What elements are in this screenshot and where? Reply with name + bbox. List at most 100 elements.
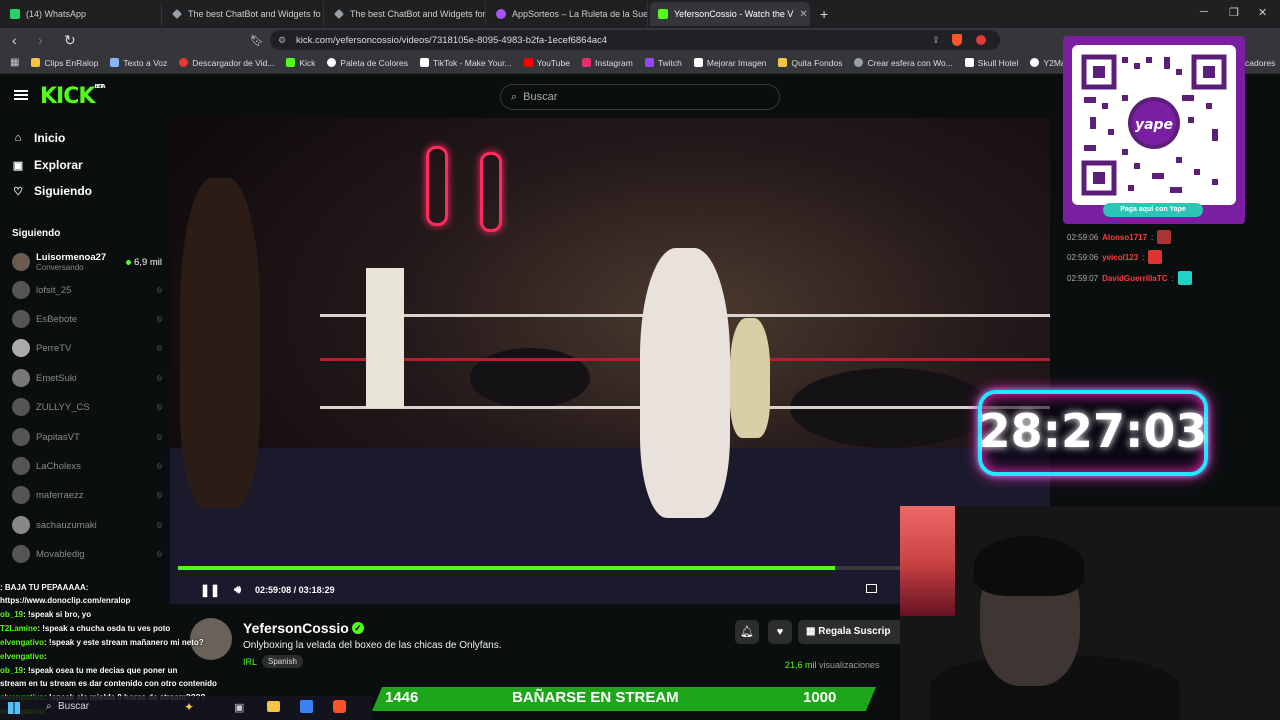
- tab-chatbot-1[interactable]: The best ChatBot and Widgets fo: [164, 2, 324, 26]
- offline-icon: ⦸: [156, 490, 162, 499]
- stream-category[interactable]: IRL: [243, 657, 257, 667]
- webcam-overlay: [900, 506, 1280, 720]
- task-view-icon[interactable]: ▣: [234, 701, 244, 714]
- kick-logo[interactable]: KICKBETA: [40, 84, 106, 109]
- overlay-chat-line: elvengativo: !speak y este stream mañane…: [0, 638, 204, 647]
- picture-in-picture-icon[interactable]: [866, 584, 877, 593]
- offline-icon: ⦸: [156, 343, 162, 352]
- qr-code-graphic: yape: [1081, 54, 1227, 196]
- offline-icon: ⦸: [156, 520, 162, 529]
- following-channel[interactable]: LaCholexs ⦸: [12, 455, 162, 477]
- bookmark-favicon: [778, 58, 788, 67]
- reload-icon[interactable]: ↻: [64, 32, 78, 49]
- yape-logo: yape: [1135, 117, 1173, 133]
- twitch-icon: [644, 58, 654, 67]
- share-icon[interactable]: ⇪: [932, 35, 940, 46]
- webcam-background-window: [900, 506, 955, 616]
- nav-explorar[interactable]: ▣ Explorar: [12, 158, 83, 172]
- tab-chatbot-2[interactable]: The best ChatBot and Widgets for Ki: [326, 2, 486, 26]
- avatar: [12, 339, 30, 357]
- tab-kick-active[interactable]: YefersonCossio - Watch the V ✕: [650, 2, 810, 26]
- avatar: [12, 253, 30, 271]
- nav-inicio[interactable]: ⌂ Inicio: [12, 131, 66, 145]
- url-field[interactable]: ⚙ kick.com/yefersoncossio/videos/7318105…: [270, 30, 1000, 50]
- bookmark-item[interactable]: Mejorar Imagen: [693, 58, 766, 68]
- notification-bell-icon[interactable]: 🔔︎: [735, 620, 759, 644]
- following-channel[interactable]: ZULLYY_CS ⦸: [12, 396, 162, 418]
- avatar: [12, 545, 30, 563]
- nav-siguiendo[interactable]: ♡ Siguiendo: [12, 184, 92, 198]
- qr-code: yape: [1072, 45, 1236, 205]
- bookmark-favicon: [327, 58, 337, 67]
- new-tab-icon[interactable]: +: [820, 6, 828, 22]
- site-settings-icon[interactable]: ⚙: [278, 35, 286, 46]
- following-channel-live[interactable]: Luisormenoa27 Conversando 6,9 mil: [12, 249, 162, 275]
- bookmark-item[interactable]: Quita Fondos: [778, 58, 842, 68]
- bookmark-item[interactable]: Paleta de Colores: [327, 58, 408, 68]
- heart-icon: ♡: [13, 185, 23, 198]
- bookmark-item[interactable]: Kick: [286, 58, 315, 68]
- following-channel[interactable]: Movabledig ⦸: [12, 543, 162, 565]
- bookmark-item[interactable]: Skull Hotel: [964, 58, 1018, 68]
- following-channel[interactable]: EsBebote ⦸: [12, 308, 162, 330]
- tab-whatsapp[interactable]: (14) WhatsApp: [2, 2, 162, 26]
- avatar: [12, 428, 30, 446]
- follow-heart-icon[interactable]: ♥: [768, 620, 792, 644]
- search-icon: ⌕: [511, 90, 518, 103]
- following-channel[interactable]: sachauzumaki ⦸: [12, 514, 162, 536]
- bookmark-item[interactable]: TikTok - Make Your...: [419, 58, 512, 68]
- avatar: [12, 310, 30, 328]
- bookmark-item[interactable]: Instagram: [581, 58, 633, 68]
- bookmark-item[interactable]: Texto a Voz: [110, 58, 167, 68]
- tab-appsorteos[interactable]: AppSorteos – La Ruleta de la Suerte: [488, 2, 648, 26]
- bookmark-favicon: [1030, 58, 1040, 67]
- bookmark-item[interactable]: Descargador de Vid...: [179, 58, 274, 68]
- following-channel[interactable]: maferraezz ⦸: [12, 484, 162, 506]
- kick-icon: [286, 58, 296, 67]
- bookmark-icon[interactable]: 🔖︎: [250, 34, 264, 47]
- forward-icon[interactable]: ›: [38, 32, 52, 48]
- close-tab-icon[interactable]: ✕: [799, 9, 807, 20]
- chat-message: 02:59:06 yeicol123:: [1067, 250, 1163, 264]
- bookmark-favicon: [110, 58, 120, 67]
- apps-grid-icon[interactable]: ▦: [10, 57, 19, 68]
- bookmark-item[interactable]: YouTube: [523, 58, 570, 68]
- restore-icon[interactable]: ❐: [1229, 6, 1239, 19]
- bookmark-item[interactable]: Clips EnRalop: [31, 58, 98, 68]
- globe-icon: [854, 58, 864, 67]
- ring-corner-post: [366, 268, 404, 408]
- yape-pay-button[interactable]: Paga aquí con Yape: [1103, 203, 1203, 217]
- store-icon[interactable]: [300, 700, 313, 713]
- language-tag[interactable]: Spanish: [262, 655, 303, 668]
- minimize-icon[interactable]: ─: [1200, 6, 1208, 18]
- file-explorer-icon[interactable]: [267, 701, 280, 712]
- bookmark-item[interactable]: Crear esfera con Wo...: [854, 58, 953, 68]
- following-channel[interactable]: lofsit_25 ⦸: [12, 279, 162, 301]
- gift-sub-button[interactable]: ▦ Regala Suscrip: [798, 620, 904, 644]
- bookmark-overflow-label[interactable]: cadores: [1245, 58, 1275, 68]
- streamer-name[interactable]: YefersonCossio: [243, 620, 349, 636]
- bookmark-favicon: [693, 58, 703, 67]
- brave-shield-icon[interactable]: [952, 34, 962, 46]
- close-window-icon[interactable]: ✕: [1258, 6, 1267, 19]
- taskbar-search[interactable]: Buscar: [58, 701, 89, 712]
- following-channel[interactable]: PapitasVT ⦸: [12, 426, 162, 448]
- copilot-icon[interactable]: ✦: [184, 700, 194, 714]
- following-channel[interactable]: EmetSuki ⦸: [12, 367, 162, 389]
- brave-rewards-icon[interactable]: [976, 35, 986, 45]
- goal-target: 1000: [803, 689, 837, 706]
- kick-icon: [658, 9, 668, 19]
- home-icon: ⌂: [14, 132, 22, 144]
- overlay-chat-line: ob_19: !speak osea tu me decias que pone…: [0, 666, 178, 675]
- brave-icon[interactable]: [333, 700, 346, 713]
- windows-start-icon[interactable]: [8, 702, 20, 714]
- emote-icon: [1157, 230, 1172, 244]
- back-icon[interactable]: ‹: [12, 32, 26, 48]
- search-input[interactable]: ⌕ Buscar: [500, 84, 780, 110]
- avatar: [12, 281, 30, 299]
- time-display: 02:59:08 / 03:18:29: [255, 585, 335, 595]
- following-channel[interactable]: PerreTV ⦸: [12, 337, 162, 359]
- menu-icon[interactable]: [14, 90, 28, 100]
- bookmark-item[interactable]: Twitch: [644, 58, 682, 68]
- search-icon[interactable]: ⌕: [46, 701, 52, 712]
